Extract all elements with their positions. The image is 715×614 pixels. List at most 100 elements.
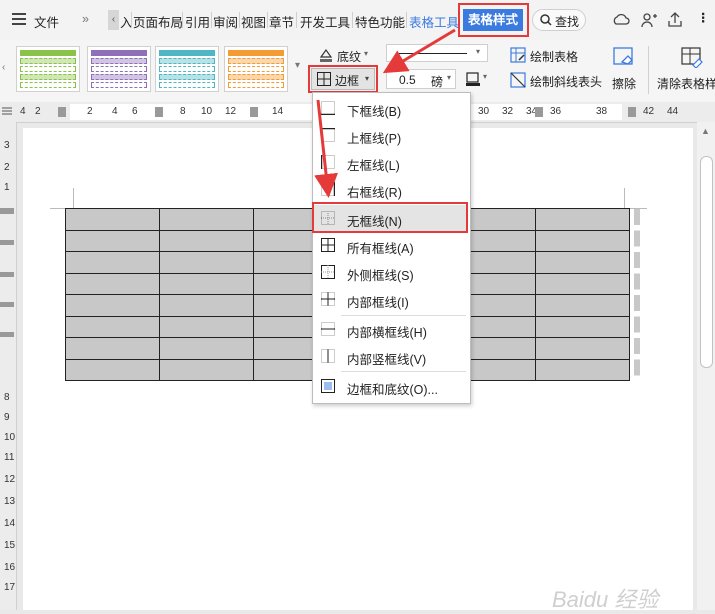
vertical-scrollbar[interactable]: ▲	[697, 122, 715, 610]
line-color-button[interactable]: ▾	[463, 69, 493, 89]
more-icon[interactable]: ⋮	[697, 10, 710, 25]
ruler-tick: 30	[478, 106, 490, 117]
scroll-up-icon[interactable]: ▲	[701, 126, 710, 136]
table-cell[interactable]	[159, 337, 254, 360]
style-band	[91, 50, 147, 56]
table-cell[interactable]	[535, 208, 630, 231]
table-cell[interactable]	[65, 229, 160, 252]
table-style-thumbnail[interactable]	[87, 46, 151, 92]
menu-item-outside-borders[interactable]: 外侧框线(S)	[313, 259, 468, 286]
table-cell[interactable]	[535, 294, 630, 317]
table-cell[interactable]	[65, 251, 160, 274]
menu-item-bottom-border[interactable]: 下框线(B)	[313, 95, 468, 122]
style-band	[228, 82, 284, 88]
tab-view[interactable]: 视图	[241, 12, 266, 31]
hamburger-icon[interactable]	[12, 13, 26, 25]
table-cell[interactable]	[535, 358, 630, 381]
ruler-tick: 12	[4, 474, 16, 485]
file-menu[interactable]: 文件	[34, 12, 59, 31]
table-cell[interactable]	[65, 358, 160, 381]
table-cell[interactable]	[65, 337, 160, 360]
table-cell[interactable]	[159, 315, 254, 338]
ruler-tick: 17	[4, 582, 16, 593]
table-cell[interactable]	[535, 272, 630, 295]
table-cell[interactable]	[535, 315, 630, 338]
menu-item-borders-and-shading[interactable]: 边框和底纹(O)...	[313, 373, 468, 400]
tab-table-tools[interactable]: 表格工具	[409, 12, 459, 31]
border-inside-horizontal-icon	[321, 322, 335, 336]
table-cell[interactable]	[65, 294, 160, 317]
shading-icon	[319, 48, 333, 62]
menu-item-top-border[interactable]: 上框线(P)	[313, 122, 468, 149]
table-cell[interactable]	[159, 251, 254, 274]
style-band	[159, 74, 215, 80]
clear-table-style-button[interactable]: 清除表格样	[657, 75, 715, 92]
table-cell[interactable]	[159, 272, 254, 295]
table-cell[interactable]	[159, 294, 254, 317]
table-style-thumbnail[interactable]	[155, 46, 219, 92]
column-marker[interactable]	[535, 107, 543, 117]
search-button[interactable]: 查找	[532, 9, 586, 31]
menu-item-label: 内部竖框线(V)	[347, 353, 427, 367]
table-style-thumbnail[interactable]	[16, 46, 80, 92]
menu-item-all-borders[interactable]: 所有框线(A)	[313, 232, 468, 259]
menu-item-inside-borders[interactable]: 内部框线(I)	[313, 286, 468, 313]
table-cell[interactable]	[535, 229, 630, 252]
pen-color-icon	[466, 72, 480, 86]
table-cell[interactable]	[65, 208, 160, 231]
table-cell[interactable]	[65, 315, 160, 338]
chevron-double-right-icon[interactable]: »	[82, 12, 89, 26]
tab-review[interactable]: 审阅	[213, 12, 238, 31]
draw-table-button[interactable]: 绘制表格	[530, 48, 578, 65]
tab-stop-icon[interactable]	[2, 105, 12, 117]
tab-chapter[interactable]: 章节	[269, 12, 294, 31]
scroll-thumb[interactable]	[700, 156, 713, 368]
ruler-tick: 10	[201, 106, 213, 117]
ruler-row-marker	[0, 208, 14, 214]
table-style-thumbnail[interactable]	[224, 46, 288, 92]
column-marker[interactable]	[155, 107, 163, 117]
column-marker[interactable]	[58, 107, 66, 117]
draw-diagonal-header-button[interactable]: 绘制斜线表头	[530, 73, 602, 90]
add-user-icon[interactable]	[640, 12, 658, 28]
line-width-dropdown-icon: ▾	[447, 73, 452, 82]
table-cell[interactable]	[535, 251, 630, 274]
menu-item-inside-horizontal-border[interactable]: 内部横框线(H)	[313, 316, 468, 343]
menu-item-inside-vertical-border[interactable]: 内部竖框线(V)	[313, 343, 468, 370]
ruler-tick: 32	[502, 106, 514, 117]
shading-button[interactable]: 底纹	[337, 48, 361, 65]
menu-item-right-border[interactable]: 右框线(R)	[313, 176, 468, 203]
ruler-row-marker	[0, 240, 14, 245]
column-marker[interactable]	[250, 107, 258, 117]
menu-item-label: 内部横框线(H)	[347, 326, 427, 340]
line-width-unit: 磅	[431, 75, 444, 89]
ruler-tick: 6	[132, 106, 138, 117]
tab-features[interactable]: 特色功能	[355, 12, 405, 31]
ruler-tick: 8	[4, 392, 10, 403]
gallery-more-icon[interactable]: ▾	[295, 60, 300, 71]
menu-item-left-border[interactable]: 左框线(L)	[313, 149, 468, 176]
table-cell[interactable]	[159, 229, 254, 252]
scroll-left-icon[interactable]: ‹	[108, 10, 119, 30]
separator	[182, 12, 183, 28]
table-cell[interactable]	[159, 208, 254, 231]
tab-references[interactable]: 引用	[185, 12, 210, 31]
line-style-dropdown-icon: ▾	[476, 47, 481, 56]
line-style-select[interactable]: ▾	[386, 44, 488, 62]
gallery-scroll-left-icon[interactable]: ‹	[2, 62, 5, 73]
erase-button[interactable]: 擦除	[612, 75, 636, 92]
tab-page-layout[interactable]: 页面布局	[133, 12, 183, 31]
menu-item-label: 左框线(L)	[347, 159, 400, 173]
line-width-select[interactable]: 0.5 磅 ▾	[386, 69, 456, 89]
share-icon[interactable]	[666, 12, 684, 28]
table-cell[interactable]	[65, 272, 160, 295]
table-cell[interactable]	[159, 358, 254, 381]
annotation-box-no-border	[312, 202, 468, 233]
shading-dropdown-icon[interactable]: ▾	[364, 49, 368, 58]
table-cell[interactable]	[535, 337, 630, 360]
tab-developer[interactable]: 开发工具	[300, 12, 350, 31]
ruler-tick: 10	[4, 432, 16, 443]
column-marker[interactable]	[628, 107, 636, 117]
border-bottom-icon	[321, 101, 335, 115]
cloud-icon[interactable]	[612, 12, 630, 28]
